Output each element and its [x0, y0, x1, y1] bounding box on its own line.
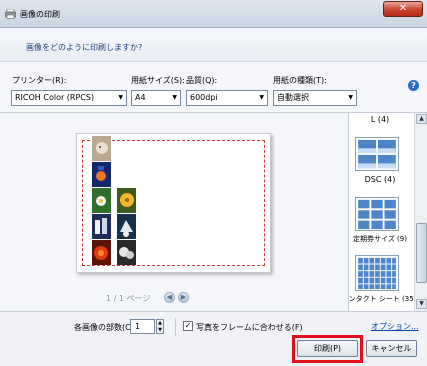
cancel-button[interactable]: キャンセル	[366, 340, 417, 357]
chevron-down-icon: ▼	[118, 94, 123, 101]
layout-dsc-icon[interactable]	[355, 137, 399, 171]
layout-item-label[interactable]: 定期券サイズ (9)	[349, 234, 411, 244]
photo-thumbnail	[92, 214, 111, 239]
fit-frame-checkbox[interactable]: ✓	[183, 321, 193, 331]
paper-type-select[interactable]: 自動選択 ▼	[273, 90, 357, 106]
layout-list: L (4) DSC (4) 定期券サイズ (9) コンタクト シート (35) …	[348, 113, 427, 311]
photo-thumbnail	[92, 240, 111, 265]
page-indicator: 1 / 1 ページ	[106, 294, 151, 303]
title-bar: 画像の印刷 ✕	[0, 0, 427, 28]
paper-type-value: 自動選択	[277, 93, 309, 102]
photo-thumbnail	[117, 188, 136, 213]
chevron-down-icon: ▼	[348, 94, 353, 101]
copies-label: 各画像の部数(C):	[74, 323, 137, 332]
quality-select[interactable]: 600dpi ▼	[186, 90, 268, 106]
photo-thumbnail	[92, 188, 111, 213]
window-title: 画像の印刷	[20, 10, 60, 19]
scrollbar-thumb[interactable]	[416, 223, 427, 283]
prev-page-button[interactable]: ◀	[164, 292, 175, 303]
printer-value: RICOH Color (RPCS)	[15, 93, 95, 102]
layout-contact-sheet-icon[interactable]	[355, 255, 399, 291]
fit-frame-label[interactable]: 写真をフレームに合わせる(F)	[196, 322, 303, 333]
printer-label: プリンター(R):	[12, 76, 67, 85]
help-icon[interactable]: ?	[408, 80, 419, 91]
paper-preview	[76, 133, 271, 273]
copies-stepper[interactable]: ▲ ▼	[156, 319, 164, 334]
layout-item-label[interactable]: コンタクト シート (35)	[349, 294, 419, 304]
bottom-bar: 各画像の部数(C): 1 ▲ ▼ ✓ 写真をフレームに合わせる(F) オプション.…	[0, 311, 427, 366]
printer-select[interactable]: RICOH Color (RPCS) ▼	[11, 90, 127, 106]
paper-size-label: 用紙サイズ(S):	[131, 76, 185, 85]
copies-input[interactable]: 1	[130, 319, 155, 334]
next-page-button[interactable]: ▶	[178, 292, 189, 303]
layout-wallet-icon[interactable]	[355, 197, 399, 231]
paper-size-select[interactable]: A4 ▼	[131, 90, 181, 106]
chevron-down-icon: ▼	[259, 94, 264, 101]
layout-item-label[interactable]: L (4)	[349, 115, 411, 124]
quality-label: 品質(Q):	[186, 76, 218, 85]
preview-pane: 1 / 1 ページ ◀ ▶	[0, 113, 348, 311]
photo-thumbnail	[92, 162, 111, 187]
photo-thumbnail	[117, 214, 136, 239]
print-button[interactable]: 印刷(P)	[297, 340, 358, 357]
chevron-down-icon: ▼	[172, 94, 177, 101]
quality-value: 600dpi	[190, 93, 218, 102]
dialog-question: 画像をどのように印刷しますか?	[26, 43, 143, 52]
divider	[175, 318, 176, 336]
scroll-down-icon[interactable]: ▼	[416, 299, 427, 309]
paper-size-value: A4	[135, 93, 146, 102]
print-options: プリンター(R): RICOH Color (RPCS) ▼ 用紙サイズ(S):…	[0, 62, 427, 113]
photo-thumbnail	[117, 240, 136, 265]
layout-scrollbar[interactable]: ▲ ▼	[414, 113, 427, 311]
photo-thumbnail	[92, 136, 111, 161]
options-link[interactable]: オプション...	[371, 321, 419, 332]
paper-type-label: 用紙の種類(T):	[273, 76, 327, 85]
layout-item-label[interactable]: DSC (4)	[349, 175, 411, 184]
scroll-up-icon[interactable]: ▲	[416, 114, 427, 124]
close-button[interactable]: ✕	[383, 1, 423, 17]
printer-icon	[5, 9, 16, 19]
header-band: 画像をどのように印刷しますか?	[0, 28, 427, 62]
